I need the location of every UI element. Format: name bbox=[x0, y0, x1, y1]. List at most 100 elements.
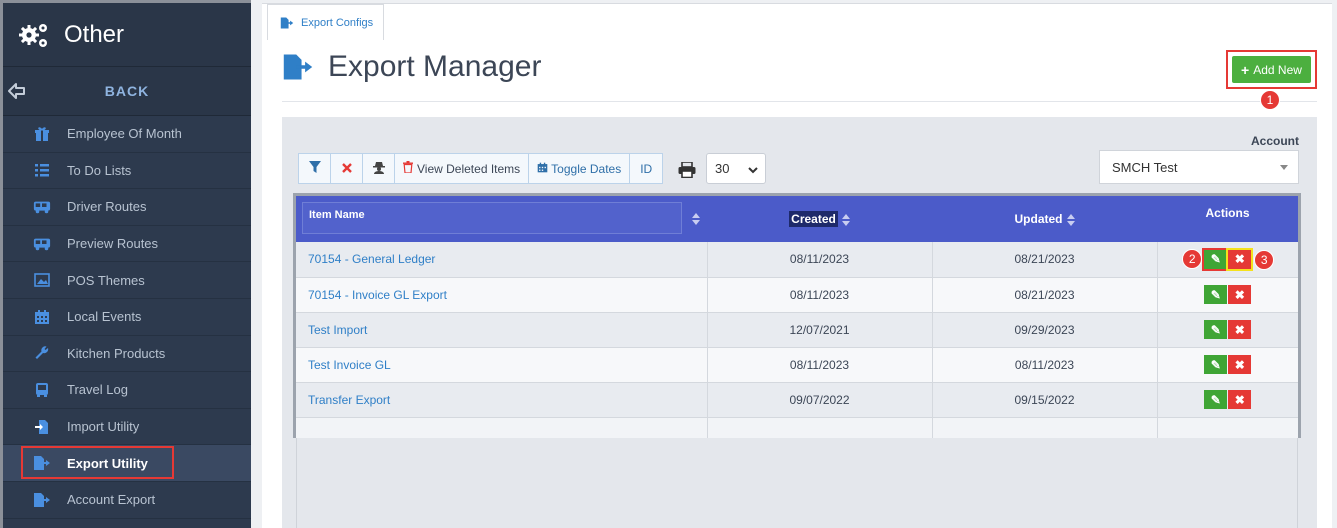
actions-cell: ✎ ✖ bbox=[1157, 347, 1298, 383]
delete-button[interactable]: ✖ bbox=[1226, 247, 1254, 271]
data-grid: Item Name Created Updated Actions 70154 … bbox=[293, 193, 1301, 453]
page-size-value: 30 bbox=[715, 161, 730, 176]
sidebar-item-local-events[interactable]: Local Events bbox=[3, 299, 251, 336]
delete-button[interactable]: ✖ bbox=[1228, 390, 1252, 409]
gift-icon bbox=[33, 125, 51, 143]
grid-empty-area bbox=[296, 438, 1298, 528]
item-name-link[interactable]: Test Invoice GL bbox=[296, 347, 708, 383]
account-select[interactable]: SMCH Test bbox=[1099, 150, 1299, 184]
view-deleted-items-button[interactable]: View Deleted Items bbox=[395, 154, 530, 183]
filter-button[interactable] bbox=[299, 154, 331, 183]
sidebar-item-pos-themes[interactable]: POS Themes bbox=[3, 262, 251, 299]
sort-icon[interactable] bbox=[692, 213, 700, 225]
id-toggle-button[interactable]: ID bbox=[630, 154, 662, 183]
actions-cell: 2 ✎ ✖ 3 bbox=[1157, 242, 1298, 278]
table-header-row: Item Name Created Updated Actions bbox=[296, 196, 1298, 242]
close-icon: ✖ bbox=[1234, 357, 1245, 372]
sidebar-item-preview-routes[interactable]: Preview Routes bbox=[3, 226, 251, 263]
edit-button[interactable]: ✎ bbox=[1202, 247, 1230, 271]
actions-cell: ✎ ✖ bbox=[1157, 277, 1298, 313]
item-name-link[interactable]: Test Import bbox=[296, 312, 708, 348]
sidebar-item-label: Local Events bbox=[67, 309, 142, 325]
edit-button[interactable]: ✎ bbox=[1204, 320, 1228, 339]
item-name-link[interactable]: 70154 - Invoice GL Export bbox=[296, 277, 708, 313]
delete-button[interactable]: ✖ bbox=[1228, 285, 1252, 304]
sort-icon bbox=[841, 213, 850, 226]
bus-icon bbox=[33, 235, 51, 253]
account-label: Account bbox=[1251, 134, 1299, 148]
account-selected-value: SMCH Test bbox=[1112, 159, 1178, 175]
page-size-select[interactable]: 30 bbox=[706, 153, 766, 184]
add-new-button[interactable]: + Add New bbox=[1232, 56, 1311, 83]
close-icon: ✖ bbox=[1234, 287, 1245, 302]
created-cell: 08/11/2023 bbox=[707, 242, 933, 278]
callout-badge-3: 3 bbox=[1254, 249, 1275, 270]
user-secret-button[interactable] bbox=[363, 154, 395, 183]
calendar-icon bbox=[33, 308, 51, 326]
sidebar-item-label: Account Export bbox=[67, 492, 156, 508]
tab-export-configs[interactable]: Export Configs bbox=[267, 4, 385, 40]
delete-button[interactable]: ✖ bbox=[1228, 355, 1252, 374]
column-header-created[interactable]: Created bbox=[707, 196, 932, 242]
delete-button[interactable]: ✖ bbox=[1228, 320, 1252, 339]
close-icon: ✖ bbox=[1234, 252, 1245, 267]
column-header-item-name[interactable]: Item Name bbox=[296, 196, 707, 242]
page-header: Export Manager bbox=[282, 50, 541, 84]
gears-icon bbox=[17, 18, 51, 52]
close-icon: ✖ bbox=[1234, 322, 1245, 337]
item-name-link[interactable]: 70154 - General Ledger bbox=[296, 242, 708, 278]
updated-cell: 08/21/2023 bbox=[932, 277, 1158, 313]
item-name-header-label: Item Name bbox=[309, 209, 365, 221]
edit-button[interactable]: ✎ bbox=[1204, 390, 1228, 409]
sidebar-item-label: To Do Lists bbox=[67, 162, 132, 178]
sidebar-item-label: Driver Routes bbox=[67, 199, 147, 215]
sidebar-item-label: Export Utility bbox=[67, 455, 148, 471]
chevron-down-icon bbox=[748, 163, 758, 178]
sidebar-item-travel-log[interactable]: Travel Log bbox=[3, 372, 251, 409]
row-actions: ✎ ✖ bbox=[1204, 390, 1252, 409]
updated-cell: 08/11/2023 bbox=[932, 347, 1158, 383]
file-import-icon bbox=[33, 418, 51, 436]
toggle-dates-label: Toggle Dates bbox=[551, 161, 622, 176]
sidebar-item-driver-routes[interactable]: Driver Routes bbox=[3, 189, 251, 226]
item-name-filter[interactable]: Item Name bbox=[302, 202, 682, 234]
image-icon bbox=[33, 271, 51, 289]
sidebar-title: Other bbox=[64, 20, 125, 48]
edit-button[interactable]: ✎ bbox=[1204, 285, 1228, 304]
filter-icon bbox=[308, 161, 321, 176]
print-icon[interactable] bbox=[678, 161, 696, 179]
view-deleted-items-label: View Deleted Items bbox=[417, 161, 521, 176]
column-header-updated[interactable]: Updated bbox=[932, 196, 1157, 242]
sidebar-item-label: Kitchen Products bbox=[67, 345, 166, 361]
sidebar-item-employee-of-month[interactable]: Employee Of Month bbox=[3, 116, 251, 153]
arrow-left-icon bbox=[7, 81, 27, 101]
sidebar-item-kitchen-products[interactable]: Kitchen Products bbox=[3, 336, 251, 373]
file-export-icon bbox=[33, 491, 51, 509]
sidebar-item-to-do-lists[interactable]: To Do Lists bbox=[3, 153, 251, 190]
created-header-label: Created bbox=[789, 211, 838, 227]
divider bbox=[282, 101, 1317, 102]
table-row: 70154 - Invoice GL Export 08/11/2023 08/… bbox=[296, 277, 1298, 313]
callout-badge-2: 2 bbox=[1182, 248, 1203, 269]
updated-cell: 09/15/2022 bbox=[932, 382, 1158, 418]
close-icon: ✖ bbox=[1234, 392, 1245, 407]
add-new-label: Add New bbox=[1253, 62, 1302, 77]
sort-icon bbox=[1066, 213, 1075, 226]
user-secret-icon bbox=[372, 161, 385, 177]
back-button[interactable]: BACK bbox=[3, 67, 251, 116]
clear-filter-button[interactable] bbox=[331, 154, 363, 183]
sidebar-item-account-export[interactable]: Account Export bbox=[3, 482, 251, 519]
sidebar-item-export-utility[interactable]: Export Utility bbox=[3, 445, 251, 482]
updated-cell: 09/29/2023 bbox=[932, 312, 1158, 348]
created-cell: 09/07/2022 bbox=[707, 382, 933, 418]
grid-toolbar: View Deleted Items Toggle Dates ID bbox=[298, 153, 664, 184]
toggle-dates-button[interactable]: Toggle Dates bbox=[529, 154, 631, 183]
plus-icon: + bbox=[1241, 61, 1250, 78]
row-actions: 2 ✎ ✖ 3 bbox=[1182, 247, 1275, 271]
edit-button[interactable]: ✎ bbox=[1204, 355, 1228, 374]
pencil-icon: ✎ bbox=[1210, 322, 1221, 337]
item-name-link[interactable]: Transfer Export bbox=[296, 382, 708, 418]
bus-front-icon bbox=[33, 381, 51, 399]
sidebar-item-import-utility[interactable]: Import Utility bbox=[3, 409, 251, 446]
trash-icon bbox=[403, 161, 413, 176]
